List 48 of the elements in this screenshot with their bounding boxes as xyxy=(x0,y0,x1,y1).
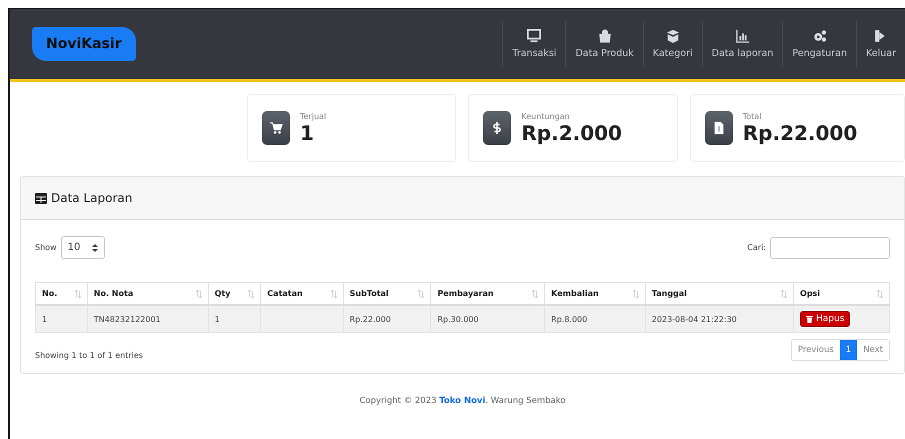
stat-label: Keuntungan xyxy=(521,112,571,120)
nav-item[interactable]: Pengaturan xyxy=(782,21,856,67)
nav-item[interactable]: Keluar xyxy=(856,21,905,67)
box-icon xyxy=(666,29,680,43)
sort-icon[interactable] xyxy=(781,290,788,298)
sort-icon[interactable] xyxy=(418,290,424,298)
table-cell: Rp.22.000 xyxy=(343,305,431,332)
trash-icon xyxy=(806,315,814,323)
table-cell: Rp.30.000 xyxy=(430,305,545,332)
page-link[interactable]: 1 xyxy=(840,340,858,360)
sort-icon[interactable] xyxy=(74,290,81,298)
sort-icon[interactable] xyxy=(632,290,639,298)
cart-icon xyxy=(269,121,283,135)
nav-item[interactable]: Data Produk xyxy=(565,21,643,67)
table-icon xyxy=(35,192,47,204)
stat-label: Total xyxy=(742,112,762,120)
sort-icon[interactable] xyxy=(330,290,337,298)
table-cell: 1 xyxy=(208,305,261,332)
monitor-icon xyxy=(527,29,542,43)
table-cell: TN48232122001 xyxy=(87,305,208,332)
stat-value: Rp.2.000 xyxy=(521,120,622,144)
search-label: Cari: xyxy=(747,243,766,252)
search-field[interactable] xyxy=(770,236,890,258)
nav-item[interactable]: Data laporan xyxy=(702,21,782,67)
table-cell: Rp.8.000 xyxy=(544,305,646,332)
sort-icon[interactable] xyxy=(877,290,883,298)
sort-icon[interactable] xyxy=(532,290,538,298)
entries-info: Showing 1 to 1 of 1 entries xyxy=(35,350,143,360)
delete-button[interactable]: Hapus xyxy=(800,311,850,327)
sort-icon[interactable] xyxy=(248,290,254,298)
stat-label: Terjual xyxy=(300,112,326,120)
stat-value: 1 xyxy=(300,120,314,144)
brand-logo[interactable]: NoviKasir xyxy=(32,27,136,61)
table-cell: 2023-08-04 21:22:30 xyxy=(645,305,794,332)
panel-title: Data Laporan xyxy=(51,191,132,205)
stat-value: Rp.22.000 xyxy=(742,120,858,144)
file-icon xyxy=(712,121,726,135)
nav-item[interactable]: Transaksi xyxy=(502,21,566,67)
nav-item[interactable]: Kategori xyxy=(642,21,702,67)
page-size-select[interactable]: 10 xyxy=(60,236,106,259)
sort-icon[interactable] xyxy=(196,290,202,298)
bar-chart-icon xyxy=(736,29,750,43)
show-label: Show xyxy=(35,243,57,252)
bag-icon xyxy=(598,29,612,43)
table-cell: 1 xyxy=(36,305,88,332)
updown-icon xyxy=(92,244,98,252)
gears-icon xyxy=(812,29,827,43)
copyright-text: Copyright © 2023 Toko Novi. Warung Sembako xyxy=(359,396,566,406)
